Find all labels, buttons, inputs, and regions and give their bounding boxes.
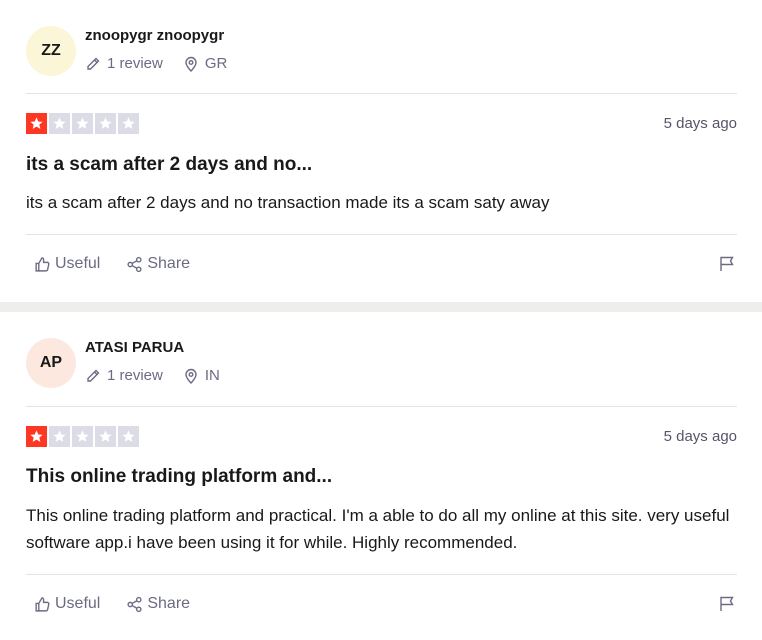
thumbs-up-icon [35,256,50,272]
star-rating [26,426,139,447]
share-label: Share [147,595,191,612]
review-actions: Useful Share [34,255,216,273]
thumbs-up-icon [35,596,50,612]
review-date: 5 days ago [663,115,737,132]
star-icon [72,113,93,134]
report-flag-button[interactable] [718,255,736,273]
reviewer-name[interactable]: znoopygr znoopygr [85,27,224,44]
review-card: ZZ znoopygr znoopygr 1 review GR 5 days … [0,0,762,302]
star-rating [26,113,139,134]
star-icon [118,113,139,134]
location-pin-icon [185,56,197,72]
useful-button[interactable]: Useful [34,255,100,273]
star-icon [26,426,47,447]
location-pin-icon [185,368,197,384]
review-count: 1 review [107,367,163,384]
review-title[interactable]: This online trading platform and... [26,466,332,488]
share-icon [127,256,142,272]
flag-icon [720,256,734,271]
share-label: Share [147,255,191,272]
reviewer-meta: 1 review IN [85,367,220,384]
flag-icon [720,596,734,611]
reviewer-meta: 1 review GR [85,55,227,72]
share-button[interactable]: Share [126,255,190,273]
star-icon [118,426,139,447]
review-date: 5 days ago [663,428,737,445]
card-separator [0,302,762,312]
review-body: its a scam after 2 days and no transacti… [26,193,550,212]
useful-button[interactable]: Useful [34,595,100,613]
reviewer-country: GR [204,55,228,72]
star-icon [26,113,47,134]
share-button[interactable]: Share [126,595,190,613]
review-card: AP ATASI PARUA 1 review IN 5 days ago Th… [0,312,762,640]
pencil-icon [87,57,100,70]
pencil-icon [87,369,100,382]
useful-label: Useful [55,595,101,612]
report-flag-button[interactable] [718,595,736,613]
star-icon [95,426,116,447]
star-icon [49,113,70,134]
divider [26,406,737,407]
avatar[interactable]: ZZ [26,26,76,76]
useful-label: Useful [55,255,101,272]
star-icon [72,426,93,447]
divider [26,574,737,575]
review-actions: Useful Share [34,595,216,613]
avatar[interactable]: AP [26,338,76,388]
review-title[interactable]: its a scam after 2 days and no... [26,154,312,176]
review-count: 1 review [107,55,163,72]
reviewer-name[interactable]: ATASI PARUA [85,339,184,356]
review-body: This online trading platform and practic… [26,506,730,552]
reviewer-country: IN [204,367,220,384]
divider [26,234,737,235]
star-icon [49,426,70,447]
star-icon [95,113,116,134]
share-icon [127,596,142,612]
divider [26,93,737,94]
